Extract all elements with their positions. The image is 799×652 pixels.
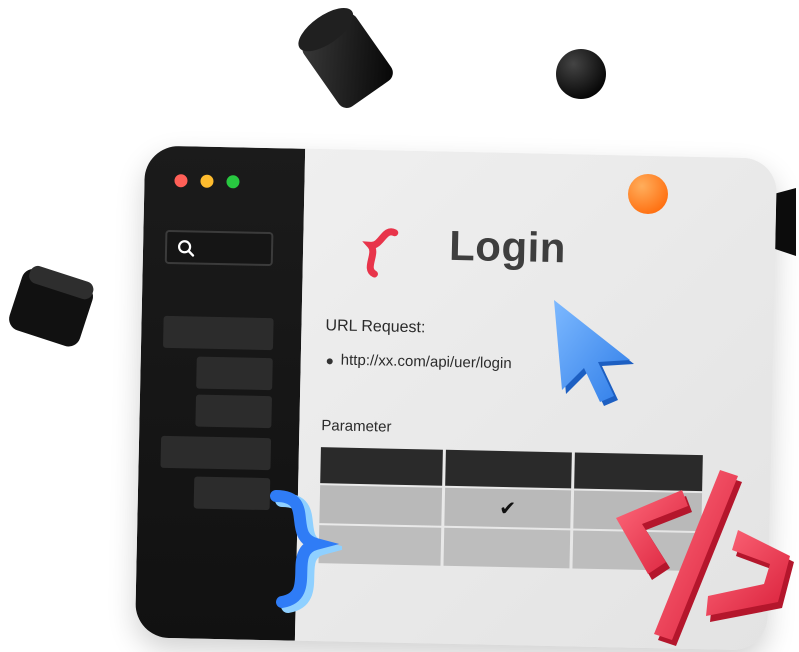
check-icon[interactable]: ✔ [444,487,572,529]
black-cube-shape [9,265,94,347]
sidebar-subitem[interactable] [193,476,271,511]
sidebar-item[interactable] [162,315,274,351]
table-cell[interactable] [443,527,571,569]
cursor-icon [554,300,634,406]
url-request-label: URL Request: [325,317,426,337]
search-icon [178,240,195,257]
sidebar-subitem[interactable] [195,394,272,429]
curly-brace-icon [362,228,399,278]
maximize-dot[interactable] [226,175,240,189]
sidebar-item[interactable] [160,435,272,471]
close-dot[interactable] [174,174,188,188]
table-header-cell [320,447,443,486]
bullet-point [326,358,333,365]
parameter-label: Parameter [321,417,392,436]
black-cylinder-shape [298,7,393,108]
sidebar-subitem[interactable] [196,356,273,391]
request-url: http://xx.com/api/uer/login [340,351,512,373]
orange-ball-shape [628,174,668,214]
table-header-cell [445,449,572,489]
minimize-dot[interactable] [200,174,214,188]
black-sphere-shape [556,49,606,99]
search-input[interactable] [164,229,274,267]
code-slash-icon [616,470,794,646]
curly-brace-icon-blue [270,490,342,613]
page-title: Login [448,221,567,272]
